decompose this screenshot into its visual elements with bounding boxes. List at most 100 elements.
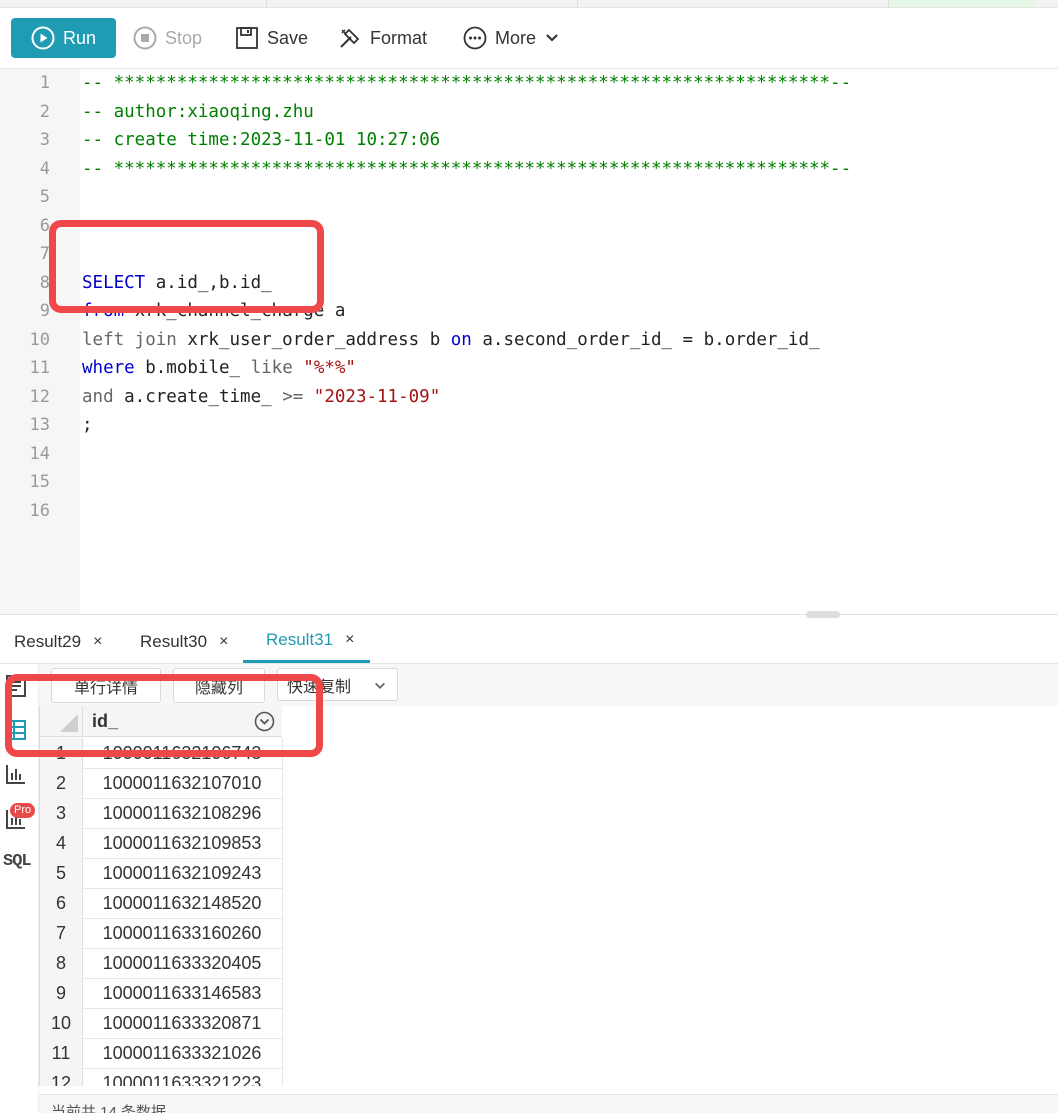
line-number: 1 <box>39 73 50 93</box>
keyword-on: on <box>450 329 472 350</box>
stop-icon <box>133 26 157 50</box>
stop-label: Stop <box>165 27 203 48</box>
table-row[interactable]: 8 1000011633320405 <box>40 948 283 979</box>
keyword-like: like <box>250 358 293 378</box>
sql-editor[interactable]: 1 2 3 4 5 6 7 8 9 10 11 12 13 14 15 16 -… <box>0 69 1058 615</box>
keyword-left-join: left join <box>82 329 177 350</box>
table-row[interactable]: 5 1000011632109243 <box>40 858 283 889</box>
row-number: 10 <box>40 1008 83 1038</box>
row-number: 4 <box>40 828 83 858</box>
string-literal: "2023-11-09" <box>303 386 441 407</box>
line-number: 3 <box>39 130 50 150</box>
row-number: 9 <box>40 978 83 1008</box>
table-cell-id[interactable]: 1000011633146583 <box>82 978 283 1008</box>
line-number: 15 <box>29 472 50 492</box>
stop-button[interactable]: Stop <box>133 18 202 58</box>
format-brush-icon <box>340 28 360 48</box>
table-cell-id[interactable]: 1000011633160260 <box>82 918 283 948</box>
save-icon <box>236 27 258 49</box>
tab-result31[interactable]: Result31 × <box>243 620 371 663</box>
table-cell-id[interactable]: 1000011633320871 <box>82 1008 283 1038</box>
top-tab[interactable] <box>578 0 889 7</box>
status-bar: 当前共 14 条数据 <box>39 1094 1058 1113</box>
chevron-down-icon <box>375 682 385 689</box>
table-cell-id[interactable]: 1000011633321026 <box>82 1038 283 1068</box>
code-line-join: left join xrk_user_order_address b on a.… <box>82 326 820 355</box>
row-number: 6 <box>40 888 83 918</box>
tab-result29[interactable]: Result29 × <box>14 620 102 663</box>
line-number: 6 <box>39 215 50 236</box>
chevron-down-icon <box>546 34 558 42</box>
close-icon[interactable]: × <box>93 633 102 651</box>
save-button[interactable]: Save <box>235 18 308 58</box>
table-row[interactable]: 4 1000011632109853 <box>40 828 283 859</box>
close-icon[interactable]: × <box>219 633 228 651</box>
table-cell-id[interactable]: 1000011632108296 <box>82 798 283 828</box>
code-line-where: where b.mobile_ like "%*%" <box>82 354 356 383</box>
tab-label: Result29 <box>14 631 82 651</box>
line-number: 9 <box>39 301 50 321</box>
code-text: xrk_user_order_address b <box>176 329 451 350</box>
keyword-where: where <box>82 358 135 378</box>
table-row[interactable]: 6 1000011632148520 <box>40 888 283 919</box>
more-label: More <box>495 27 537 48</box>
row-number: 3 <box>40 798 83 828</box>
format-button[interactable]: Format <box>338 18 427 58</box>
table-row[interactable]: 10 1000011633320871 <box>40 1008 283 1039</box>
run-button[interactable]: Run <box>11 18 116 58</box>
code-text: b.mobile_ <box>134 358 251 378</box>
code-line-semicolon: ; <box>82 415 93 435</box>
operator: >= <box>282 386 304 407</box>
code-line-and: and a.create_time_ >= "2023-11-09" <box>82 383 440 412</box>
code-comment: -- author:xiaoqing.zhu <box>82 101 314 122</box>
table-cell-id[interactable]: 1000011632109243 <box>82 858 283 888</box>
string-literal: "%*%" <box>292 358 356 378</box>
line-number: 11 <box>29 358 50 378</box>
code-text: a.create_time_ <box>113 386 283 407</box>
format-label: Format <box>370 27 428 48</box>
row-number: 8 <box>40 948 83 978</box>
line-number: 7 <box>39 244 50 264</box>
panel-splitter[interactable] <box>0 614 1058 615</box>
more-button[interactable]: More <box>463 18 560 58</box>
sql-icon[interactable]: SQL <box>3 852 32 871</box>
more-dots-icon <box>463 26 487 50</box>
code-text: a.second_order_id_ = b.order_id_ <box>471 329 820 350</box>
code-comment: -- *************************************… <box>82 158 852 179</box>
editor-toolbar: Run Stop Save Format More <box>0 8 1058 69</box>
row-number: 7 <box>40 918 83 948</box>
table-row[interactable]: 12 1000011633321223 <box>40 1068 283 1086</box>
table-cell-id[interactable]: 1000011632107010 <box>82 768 283 798</box>
line-number: 10 <box>29 329 50 350</box>
tab-result30[interactable]: Result30 × <box>140 620 228 663</box>
row-count-text: 当前共 14 条数据 <box>51 1104 167 1113</box>
save-label: Save <box>267 27 309 48</box>
line-number: 16 <box>29 500 50 521</box>
row-number: 2 <box>40 768 83 798</box>
table-row[interactable]: 3 1000011632108296 <box>40 798 283 829</box>
table-row[interactable]: 2 1000011632107010 <box>40 768 283 799</box>
table-cell-id[interactable]: 1000011633320405 <box>82 948 283 978</box>
line-number: 5 <box>39 187 50 207</box>
line-number: 4 <box>39 158 50 179</box>
line-number: 14 <box>29 443 50 464</box>
row-number: 11 <box>40 1038 83 1068</box>
top-tab[interactable] <box>267 0 578 7</box>
table-row[interactable]: 9 1000011633146583 <box>40 978 283 1009</box>
row-number: 5 <box>40 858 83 888</box>
line-number: 12 <box>29 386 50 407</box>
line-number: 2 <box>39 101 50 122</box>
result-table: id_ 1 1000011632106743 2 1000011632107010 3 1… <box>39 706 283 1086</box>
bar-chart-icon[interactable] <box>4 762 28 786</box>
table-cell-id[interactable]: 1000011632109853 <box>82 828 283 858</box>
table-row[interactable]: 11 1000011633321026 <box>40 1038 283 1069</box>
top-tab-active[interactable] <box>890 0 1036 7</box>
close-icon[interactable]: × <box>345 631 354 649</box>
table-cell-id[interactable]: 1000011633321223 <box>82 1068 283 1086</box>
splitter-handle[interactable] <box>806 611 840 618</box>
table-cell-id[interactable]: 1000011632148520 <box>82 888 283 918</box>
tab-label: Result30 <box>140 631 208 651</box>
top-tab[interactable] <box>0 0 267 7</box>
annotation-highlight-select <box>49 220 324 313</box>
table-row[interactable]: 7 1000011633160260 <box>40 918 283 949</box>
